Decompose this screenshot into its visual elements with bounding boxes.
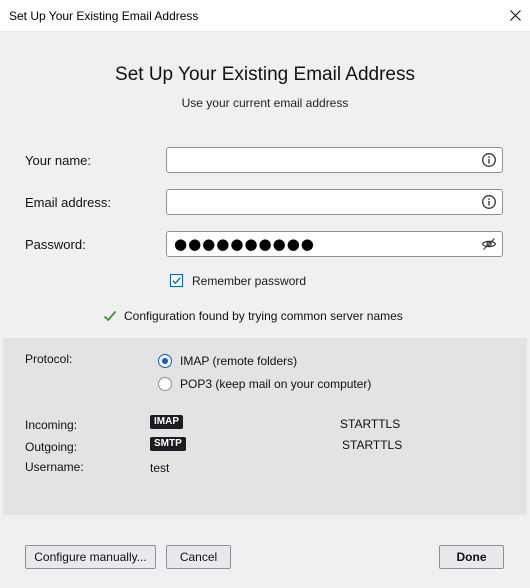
incoming-security: STARTTLS (340, 417, 401, 431)
close-button[interactable] (500, 0, 530, 31)
done-button[interactable]: Done (439, 545, 504, 569)
password-value: ●●●●●●●●●● (174, 235, 315, 253)
page-subtitle: Use your current email address (181, 96, 349, 110)
email-label: Email address: (25, 195, 111, 210)
imap-radio-label[interactable]: IMAP (remote folders) (180, 354, 297, 368)
checkmark-icon (103, 310, 117, 322)
outgoing-security: STARTTLS (342, 438, 403, 452)
incoming-type-badge: IMAP (150, 415, 183, 429)
outgoing-label: Outgoing: (25, 440, 78, 454)
name-label: Your name: (25, 153, 92, 168)
email-field-box (166, 189, 503, 215)
close-icon (509, 10, 521, 21)
window-title: Set Up Your Existing Email Address (9, 9, 199, 23)
page-title: Set Up Your Existing Email Address (115, 64, 415, 85)
info-icon[interactable] (481, 194, 497, 210)
incoming-label: Incoming: (25, 418, 78, 432)
cancel-button[interactable]: Cancel (166, 545, 231, 569)
protocol-label: Protocol: (25, 352, 73, 366)
remember-password-checkbox[interactable] (170, 274, 183, 287)
info-icon[interactable] (481, 152, 497, 168)
email-field[interactable] (173, 192, 473, 212)
imap-radio[interactable] (158, 354, 172, 368)
outgoing-type-badge: SMTP (150, 437, 186, 451)
pop3-radio-label[interactable]: POP3 (keep mail on your computer) (180, 377, 371, 391)
username-value: test (150, 461, 170, 475)
pop3-radio[interactable] (158, 377, 172, 391)
username-label: Username: (25, 460, 84, 474)
password-label: Password: (25, 237, 86, 252)
checkmark-icon (172, 277, 181, 285)
remember-password-label[interactable]: Remember password (192, 274, 306, 288)
name-field[interactable] (173, 150, 473, 170)
password-field[interactable]: ●●●●●●●●●● (166, 231, 503, 257)
title-bar: Set Up Your Existing Email Address (0, 0, 530, 32)
status-message: Configuration found by trying common ser… (124, 309, 403, 323)
name-field-box (166, 147, 503, 173)
configure-manually-button[interactable]: Configure manually... (25, 545, 156, 569)
eye-slash-icon[interactable] (481, 236, 497, 252)
